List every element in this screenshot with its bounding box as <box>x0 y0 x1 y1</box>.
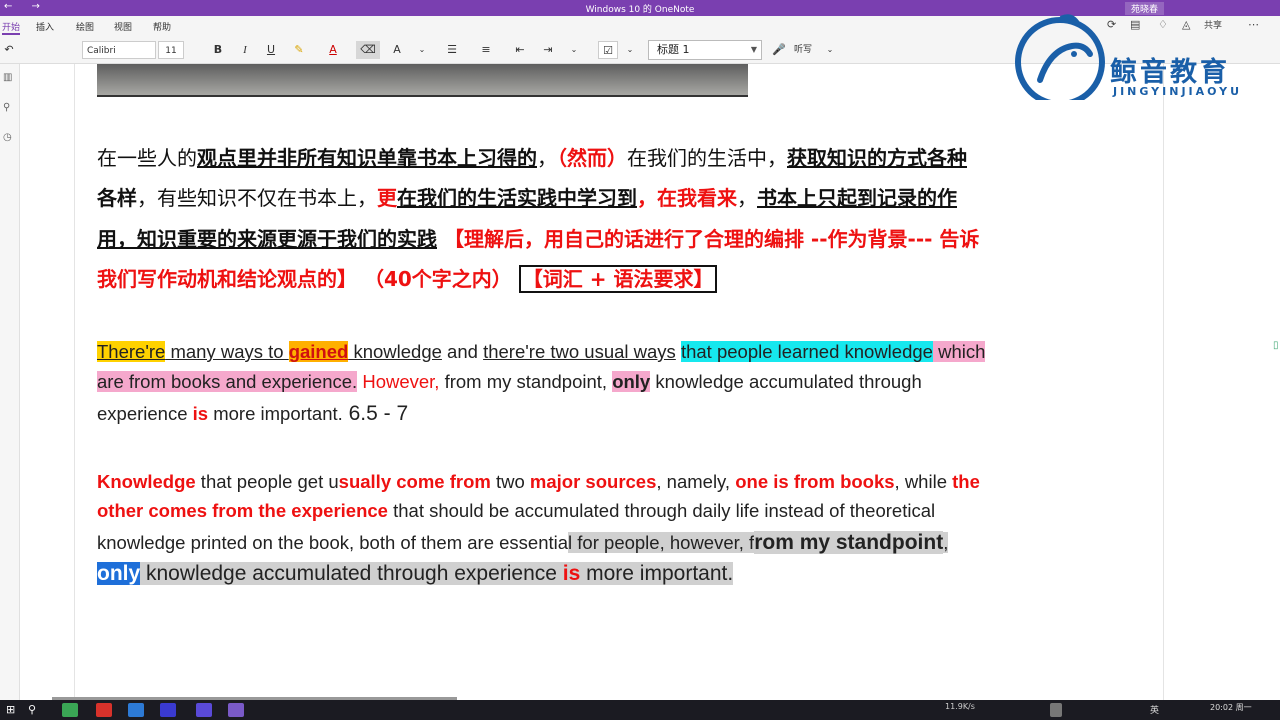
chevron-down-icon[interactable]: ⌄ <box>416 41 428 59</box>
ime-indicator[interactable]: 英 <box>1150 703 1162 717</box>
font-color-icon[interactable]: A <box>324 41 342 59</box>
font-name-select[interactable]: Calibri <box>82 41 156 59</box>
english-p2-line-1: Knowledge that people get usually come f… <box>97 471 980 492</box>
chinese-line-2: 各样，有些知识不仅在书本上，更在我们的生活实践中学习到，在我看来，书本上只起到记… <box>97 186 957 210</box>
text-effects-icon[interactable]: A <box>388 41 406 59</box>
english-p1-line-2: are from books and experience. However, … <box>97 371 922 392</box>
chevron-down-icon[interactable]: ⌄ <box>824 41 836 59</box>
recent-icon[interactable]: ◷ <box>3 132 12 143</box>
chinese-line-4: 我们写作动机和结论观点的】 （40个字之内） 【词汇 + 语法要求】 <box>97 259 1147 299</box>
brand-logo: 鲸音教育 JINGYINJIAOYU <box>1010 10 1270 107</box>
format-painter-icon[interactable]: ⌫ <box>356 41 380 59</box>
chinese-line-3: 用，知识重要的来源更源于我们的实践 【理解后，用自己的话进行了合理的编排 --作… <box>97 227 980 251</box>
whale-logo-icon <box>1015 14 1105 107</box>
microphone-icon[interactable]: 🎤 <box>772 41 786 59</box>
clock[interactable]: 20:02 周一 <box>1210 702 1252 713</box>
bullets-icon[interactable]: ☰ <box>444 41 460 59</box>
indent-icon[interactable]: ⇥ <box>540 41 556 59</box>
numbering-icon[interactable]: ≡ <box>478 41 494 59</box>
tab-draw[interactable]: 绘图 <box>76 20 94 33</box>
underline-button[interactable]: U <box>263 41 279 59</box>
tab-home[interactable]: 开始 <box>2 20 21 35</box>
tray-icon[interactable] <box>1050 703 1062 717</box>
taskbar: ⊞ ⚲ 11.9K/s 英 20:02 周一 <box>0 700 1280 720</box>
windows-start-icon[interactable]: ⊞ <box>6 703 22 717</box>
tab-insert[interactable]: 插入 <box>36 20 54 33</box>
chevron-down-icon[interactable]: ⌄ <box>568 41 580 59</box>
english-p2-line-4: only knowledge accumulated through exper… <box>97 562 734 585</box>
brand-name-en: JINGYINJIAOYU <box>1113 85 1242 98</box>
search-icon[interactable]: ⚲ <box>28 703 44 717</box>
english-p1-line-1: There're many ways to gained knowledge a… <box>97 341 986 362</box>
chevron-down-icon: ▼ <box>750 45 757 54</box>
tab-view[interactable]: 视图 <box>114 20 132 33</box>
font-size-select[interactable]: 11 <box>158 41 184 59</box>
notebooks-icon[interactable]: ▥ <box>3 72 12 83</box>
english-p2-line-2: other comes from the experience that sho… <box>97 500 936 521</box>
right-margin: ▯ <box>1165 64 1280 700</box>
embedded-image <box>97 64 748 97</box>
score-note: 6.5 - 7 <box>342 402 409 425</box>
chinese-line-1: 在一些人的观点里并非所有知识单靠书本上习得的，（然而）在我们的生活中，获取知识的… <box>97 146 967 170</box>
onenote-icon[interactable] <box>196 703 212 717</box>
page-marker-icon[interactable]: ▯ <box>1273 340 1279 351</box>
style-value: 标题 1 <box>657 43 690 56</box>
undo-icon[interactable]: ↶ <box>2 41 16 59</box>
italic-button[interactable]: I <box>237 41 253 59</box>
highlight-icon[interactable]: ✎ <box>290 41 308 59</box>
navigation-rail: ▥ ⚲ ◷ <box>0 64 20 700</box>
chevron-down-icon[interactable]: ⌄ <box>624 41 636 59</box>
heading-style-select[interactable]: 标题 1 ▼ <box>648 40 762 60</box>
app-icon-3[interactable] <box>128 703 144 717</box>
brand-name: 鲸音教育 <box>1110 57 1230 88</box>
dictate-button[interactable]: 听写 <box>790 41 816 59</box>
english-p2-line-3: knowledge printed on the book, both of t… <box>97 531 949 554</box>
network-speed: 11.9K/s <box>945 702 975 711</box>
bold-button[interactable]: B <box>210 41 226 59</box>
app-icon-1[interactable] <box>62 703 78 717</box>
english-p1-line-3: experience is more important. 6.5 - 7 <box>97 402 409 425</box>
wps-icon[interactable] <box>96 703 112 717</box>
tab-help[interactable]: 帮助 <box>153 20 171 33</box>
search-icon[interactable]: ⚲ <box>3 102 10 113</box>
outdent-icon[interactable]: ⇤ <box>512 41 528 59</box>
vocab-grammar-box: 【词汇 + 语法要求】 <box>518 265 718 293</box>
todo-tag-icon[interactable]: ☑ <box>598 41 618 59</box>
app-icon-4[interactable] <box>160 703 176 717</box>
app-icon-6[interactable] <box>228 703 244 717</box>
